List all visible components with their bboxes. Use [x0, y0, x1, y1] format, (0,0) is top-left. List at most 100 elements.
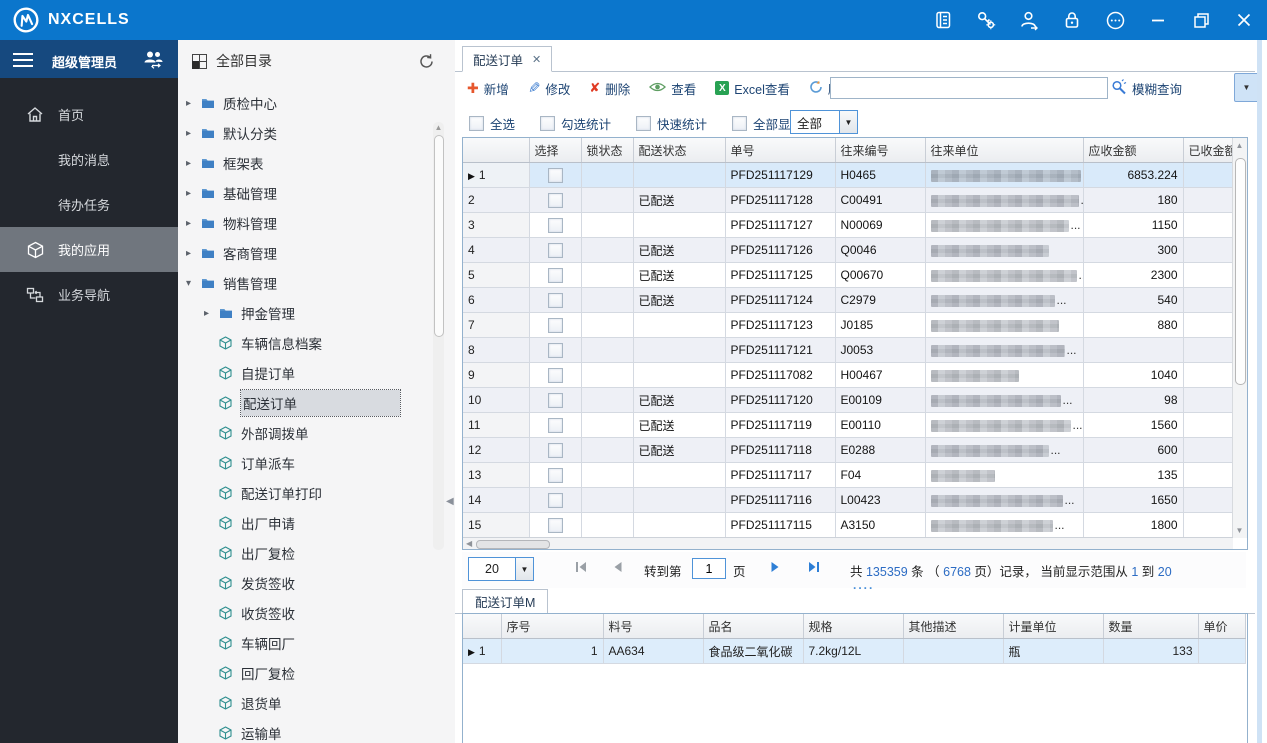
table-row[interactable]: 4 已配送 PFD251117126 Q0046 300 — [463, 237, 1234, 263]
expand-icon[interactable]: ▸ — [186, 218, 199, 229]
expand-icon[interactable]: ▸ — [186, 98, 199, 109]
col-other-desc[interactable]: 其他描述 — [903, 614, 1004, 639]
tree-item[interactable]: 回厂复检 — [178, 658, 430, 688]
tab-delivery-order-items[interactable]: 配送订单M — [462, 589, 549, 614]
tab-delivery-orders[interactable]: 配送订单 ✕ — [462, 46, 553, 72]
tree-item[interactable]: 出厂复检 — [178, 538, 430, 568]
row-checkbox[interactable] — [547, 217, 563, 233]
row-checkbox[interactable] — [547, 467, 563, 483]
row-checkbox[interactable] — [547, 292, 563, 308]
minimize-icon[interactable] — [1147, 9, 1169, 31]
row-checkbox[interactable] — [547, 442, 563, 458]
table-row[interactable]: 2 已配送PFD251117128C00491 .180 — [463, 187, 1234, 213]
row-checkbox[interactable] — [547, 167, 563, 183]
tree-item[interactable]: 运输单 — [178, 718, 430, 743]
col-rownum[interactable] — [463, 614, 502, 639]
table-row[interactable]: 12 已配送 PFD251117118 E0288 ... 600 — [463, 437, 1234, 463]
next-page-button[interactable] — [770, 561, 781, 576]
expand-icon[interactable]: ▸ — [186, 158, 199, 169]
tree-item[interactable]: ▸ 客商管理 — [178, 238, 430, 268]
row-checkbox[interactable] — [547, 367, 563, 383]
panel-collapse-icon[interactable]: ◀ — [446, 496, 454, 507]
expand-icon[interactable]: ▸ — [204, 308, 217, 319]
table-row[interactable]: 11 已配送 PFD251117119 E00110 ... 1560 — [463, 412, 1234, 438]
col-spec[interactable]: 规格 — [803, 614, 904, 639]
scroll-down-icon[interactable]: ▼ — [1233, 526, 1246, 535]
scroll-up-icon[interactable]: ▲ — [433, 123, 444, 132]
expand-icon[interactable]: ▸ — [186, 188, 199, 199]
table-row[interactable]: 3 PFD251117127 N00069 ... 1150 — [463, 212, 1234, 238]
col-qty[interactable]: 数量 — [1103, 614, 1199, 639]
tree-item[interactable]: ▸ 押金管理 — [178, 298, 430, 328]
lock-icon[interactable] — [1061, 9, 1083, 31]
row-checkbox[interactable] — [547, 242, 563, 258]
table-row[interactable]: 5 已配送PFD251117125Q00670 ...2300 — [463, 262, 1234, 288]
row-checkbox[interactable] — [547, 492, 563, 508]
scroll-thumb[interactable] — [476, 540, 550, 549]
sidebar-item-biz-nav[interactable]: 业务导航 — [0, 272, 178, 317]
tree-item[interactable]: 发货签收 — [178, 568, 430, 598]
first-page-button[interactable] — [574, 561, 588, 576]
col-receivable[interactable]: 应收金额 — [1083, 138, 1184, 163]
table-row[interactable]: 14 PFD251117116 L00423 ... 1650 — [463, 487, 1234, 513]
sidebar-item-my-apps[interactable]: 我的应用 — [0, 227, 178, 272]
tree-item[interactable]: 出厂申请 — [178, 508, 430, 538]
tree-item[interactable]: ▸ 基础管理 — [178, 178, 430, 208]
col-item-no[interactable]: 料号 — [603, 614, 704, 639]
col-lock-status[interactable]: 锁状态 — [581, 138, 634, 163]
delete-button[interactable]: ✘ 删除 — [589, 79, 630, 98]
switch-role-icon[interactable] — [142, 49, 164, 72]
table-row[interactable]: ▶ 1 1 AA634 食品级二氧化碳 7.2kg/12L 瓶 133 — [463, 638, 1246, 664]
table-row[interactable]: 10 已配送 PFD251117120 E00109 ... 98 — [463, 387, 1234, 413]
col-delivery-status[interactable]: 配送状态 — [633, 138, 726, 163]
tree-item[interactable]: 车辆回厂 — [178, 628, 430, 658]
table-row[interactable]: 7 PFD251117123 J0185 880 — [463, 312, 1234, 338]
more-icon[interactable] — [1104, 9, 1126, 31]
collapse-icon[interactable]: ▾ — [186, 278, 199, 289]
col-partner-code[interactable]: 往来编号 — [835, 138, 926, 163]
col-received[interactable]: 已收金额 — [1183, 138, 1234, 163]
expand-icon[interactable]: ▸ — [186, 128, 199, 139]
toolbar-dropdown-button[interactable]: ▼ — [1234, 73, 1259, 102]
table-row[interactable]: 6 已配送 PFD251117124 C2979 ... 540 — [463, 287, 1234, 313]
view-button[interactable]: 查看 — [649, 79, 696, 98]
row-checkbox[interactable] — [547, 192, 563, 208]
sidebar-item-home[interactable]: 首页 — [0, 92, 178, 137]
tree-item[interactable]: ▸ 质检中心 — [178, 88, 430, 118]
tree-scrollbar[interactable]: ▲ — [433, 122, 444, 550]
scope-select[interactable]: 全部 ▼ — [790, 110, 858, 134]
tree-refresh-icon[interactable] — [418, 53, 435, 73]
table-row[interactable]: 15 PFD251117115 A3150 ... 1800 — [463, 512, 1234, 538]
table-row[interactable]: ▶ 1 PFD251117129 H0465 6853.224 — [463, 162, 1234, 188]
search-input[interactable] — [830, 77, 1108, 99]
row-checkbox[interactable] — [547, 517, 563, 533]
table-row[interactable]: 8 PFD251117121 J0053 ... — [463, 337, 1234, 363]
col-partner-name[interactable]: 往来单位 — [925, 138, 1084, 163]
tree-item[interactable]: ▸ 物料管理 — [178, 208, 430, 238]
col-select[interactable]: 选择 — [529, 138, 582, 163]
switch-user-icon[interactable] — [1018, 9, 1040, 31]
row-checkbox[interactable] — [547, 267, 563, 283]
tab-close-icon[interactable]: ✕ — [532, 53, 541, 66]
grid-horizontal-scrollbar[interactable]: ◀ — [463, 537, 1233, 549]
tree-item[interactable]: 订单派车 — [178, 448, 430, 478]
excel-view-button[interactable]: X Excel查看 — [715, 79, 790, 98]
last-page-button[interactable] — [807, 561, 821, 576]
row-checkbox[interactable] — [547, 342, 563, 358]
tree-item[interactable]: 配送订单打印 — [178, 478, 430, 508]
edit-button[interactable]: ✎ 修改 — [528, 79, 571, 98]
expand-icon[interactable]: ▸ — [186, 248, 199, 259]
fuzzy-search-button[interactable]: 模糊查询 — [1111, 79, 1182, 98]
row-checkbox[interactable] — [547, 392, 563, 408]
scroll-thumb[interactable] — [434, 135, 444, 337]
tree-item[interactable]: 自提订单 — [178, 358, 430, 388]
tree-item[interactable]: 配送订单 — [178, 388, 430, 418]
row-checkbox[interactable] — [547, 417, 563, 433]
tree-item[interactable]: 退货单 — [178, 688, 430, 718]
scroll-left-icon[interactable]: ◀ — [466, 539, 472, 548]
tree-item[interactable]: 外部调拨单 — [178, 418, 430, 448]
col-order-no[interactable]: 单号 — [725, 138, 836, 163]
col-item-name[interactable]: 品名 — [703, 614, 804, 639]
add-button[interactable]: ✚ 新增 — [467, 79, 509, 98]
restore-icon[interactable] — [1190, 9, 1212, 31]
